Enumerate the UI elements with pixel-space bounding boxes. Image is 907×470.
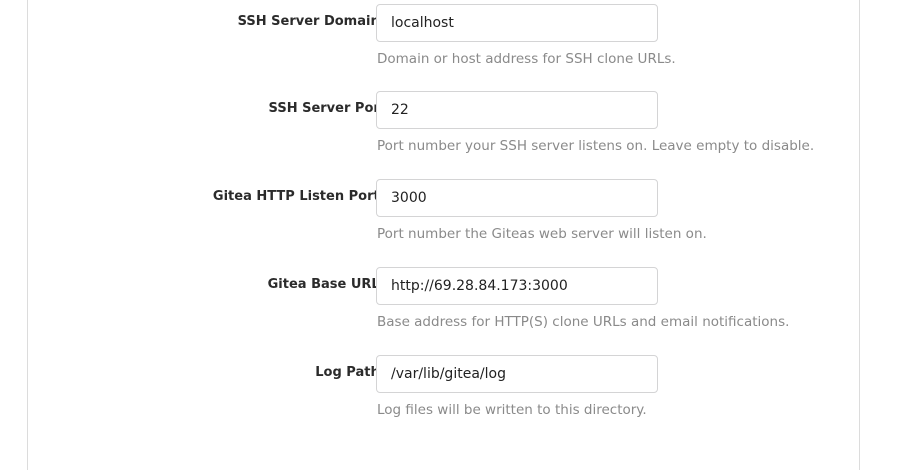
http-listen-port-label: Gitea HTTP Listen Port*: [213, 185, 389, 204]
http-listen-port-input[interactable]: [376, 179, 658, 217]
log-path-input[interactable]: [376, 355, 658, 393]
ssh-server-port-input[interactable]: [376, 91, 658, 129]
ssh-server-domain-label: SSH Server Domain*: [238, 10, 389, 29]
ssh-server-port-help: Port number your SSH server listens on. …: [377, 138, 815, 154]
install-form-panel: SSH Server Domain* Domain or host addres…: [27, 0, 860, 470]
field-log-path: Log Path* Log files will be written to t…: [28, 355, 861, 435]
ssh-server-domain-input[interactable]: [376, 4, 658, 42]
base-url-input[interactable]: [376, 267, 658, 305]
base-url-help: Base address for HTTP(S) clone URLs and …: [377, 314, 790, 330]
field-ssh-server-port: SSH Server Port Port number your SSH ser…: [28, 91, 861, 171]
http-listen-port-help: Port number the Giteas web server will l…: [377, 226, 707, 242]
ssh-server-domain-help: Domain or host address for SSH clone URL…: [377, 51, 676, 67]
ssh-server-port-label: SSH Server Port: [268, 101, 386, 116]
log-path-help: Log files will be written to this direct…: [377, 402, 647, 418]
field-ssh-server-domain: SSH Server Domain* Domain or host addres…: [28, 4, 861, 84]
base-url-label: Gitea Base URL*: [268, 273, 389, 292]
field-http-listen-port: Gitea HTTP Listen Port* Port number the …: [28, 179, 861, 259]
field-base-url: Gitea Base URL* Base address for HTTP(S)…: [28, 267, 861, 347]
